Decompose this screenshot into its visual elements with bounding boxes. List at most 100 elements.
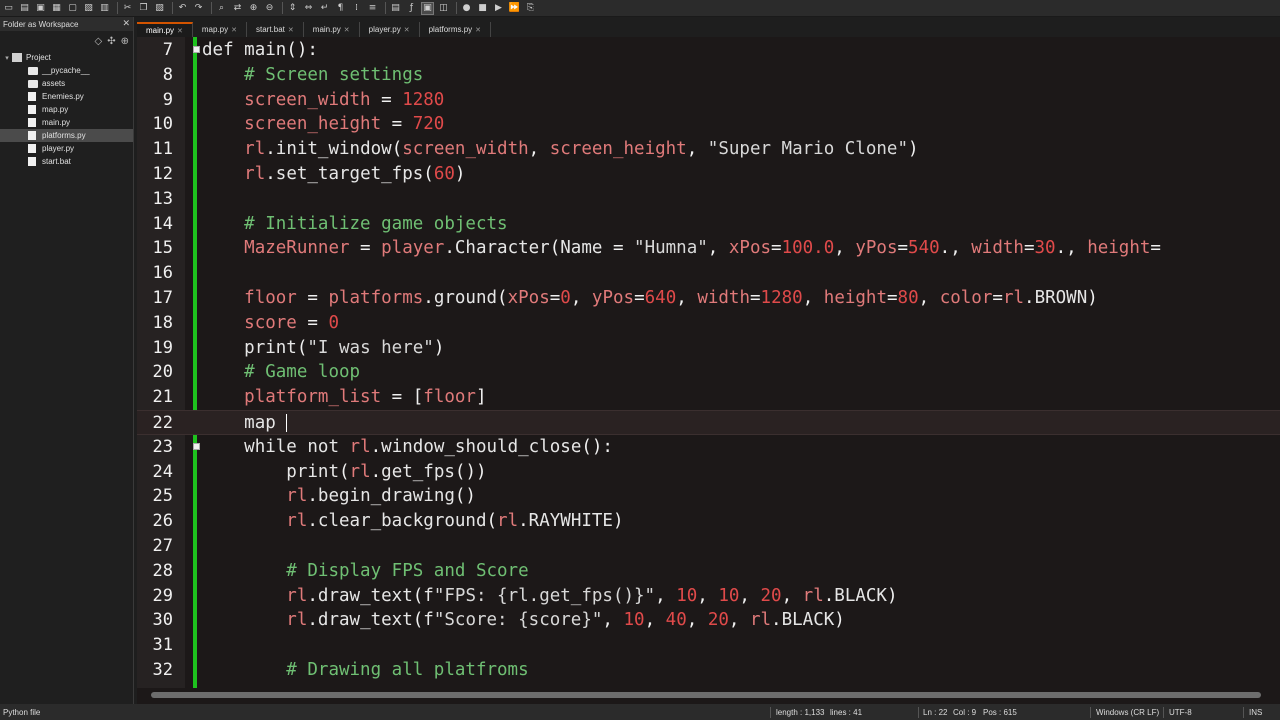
code-line[interactable]: 22 map — [137, 410, 1280, 435]
save-icon[interactable]: ▣ — [34, 2, 47, 15]
code-line[interactable]: 10 screen_height = 720 — [137, 112, 1280, 137]
code-line[interactable]: 7 def main(): — [137, 38, 1280, 63]
sync-v-icon[interactable]: ⇕ — [286, 2, 299, 15]
tab-start-bat[interactable]: start.bat ✕ — [247, 22, 304, 37]
cut-icon[interactable]: ✂ — [121, 2, 134, 15]
code-line[interactable]: 13 — [137, 187, 1280, 212]
locate-icon[interactable]: ✣ — [107, 36, 115, 47]
language-status: Python file — [3, 707, 41, 717]
paste-icon[interactable]: ▨ — [153, 2, 166, 15]
tab-close-icon[interactable]: ✕ — [344, 26, 350, 34]
function-list-icon[interactable]: ƒ — [405, 2, 418, 15]
tree-file[interactable]: start.bat — [0, 155, 133, 168]
fold-toggle-icon[interactable] — [193, 442, 200, 450]
redo-icon[interactable]: ↷ — [192, 2, 205, 15]
stop-icon[interactable]: ■ — [476, 2, 489, 15]
tree-file[interactable]: platforms.py — [0, 129, 133, 142]
new-file-icon[interactable]: ▭ — [2, 2, 15, 15]
code-line[interactable]: 28 # Display FPS and Score — [137, 559, 1280, 584]
code-text: while not rl.window_should_close(): — [244, 436, 613, 457]
tab-map-py[interactable]: map.py ✕ — [193, 22, 247, 37]
code-line[interactable]: 15 MazeRunner = player.Character(Name = … — [137, 236, 1280, 261]
monitor-icon[interactable]: ◫ — [437, 2, 450, 15]
folder-workspace-icon[interactable]: ▣ — [421, 1, 434, 15]
code-line[interactable]: 25 rl.begin_drawing() — [137, 484, 1280, 509]
code-line[interactable]: 27 — [137, 534, 1280, 559]
code-line[interactable]: 19 print("I was here") — [137, 336, 1280, 361]
code-line[interactable]: 23 while not rl.window_should_close(): — [137, 435, 1280, 460]
fold-all-icon[interactable]: ⊕ — [121, 36, 129, 47]
sync-h-icon[interactable]: ⇔ — [302, 2, 315, 15]
show-all-chars-icon[interactable]: ¶ — [334, 2, 347, 15]
tree-file[interactable]: player.py — [0, 142, 133, 155]
tree-file[interactable]: map.py — [0, 103, 133, 116]
zoom-out-icon[interactable]: ⊖ — [263, 2, 276, 15]
code-line[interactable]: 14 # Initialize game objects — [137, 212, 1280, 237]
tab-platforms-py[interactable]: platforms.py ✕ — [420, 22, 492, 37]
code-line[interactable]: 18 score = 0 — [137, 311, 1280, 336]
tree-folder[interactable]: __pycache__ — [0, 64, 133, 77]
horizontal-scrollbar[interactable] — [137, 688, 1280, 704]
lang-icon[interactable]: ≡ — [366, 2, 379, 15]
tab-main-py[interactable]: main.py ✕ — [137, 22, 193, 37]
close-icon[interactable]: ▢ — [66, 2, 79, 15]
tab-close-icon[interactable]: ✕ — [475, 26, 481, 34]
code-line[interactable]: 16 — [137, 261, 1280, 286]
tab-close-icon[interactable]: ✕ — [288, 26, 294, 34]
tree-folder[interactable]: assets — [0, 77, 133, 90]
code-line[interactable]: 12 rl.set_target_fps(60) — [137, 162, 1280, 187]
eol-status[interactable]: Windows (CR LF) — [1096, 704, 1159, 720]
code-line[interactable]: 9 screen_width = 1280 — [137, 88, 1280, 113]
tab-close-icon[interactable]: ✕ — [231, 26, 237, 34]
fold-toggle-icon[interactable] — [193, 46, 200, 53]
tab-main-py[interactable]: main.py ✕ — [304, 22, 360, 37]
code-line[interactable]: 21 platform_list = [floor] — [137, 385, 1280, 410]
close-icon[interactable]: ✕ — [122, 19, 130, 29]
indent-guide-icon[interactable]: ⁞ — [350, 2, 363, 15]
tree-item-label: main.py — [42, 118, 71, 127]
print-icon[interactable]: ▥ — [98, 2, 111, 15]
code-line[interactable]: 30 rl.draw_text(f"Score: {score}", 10, 4… — [137, 608, 1280, 633]
record-icon[interactable]: ● — [460, 2, 473, 15]
line-number: 14 — [152, 213, 173, 234]
tab-close-icon[interactable]: ✕ — [404, 26, 410, 34]
line-number: 32 — [152, 660, 173, 680]
wrap-icon[interactable]: ↵ — [318, 2, 331, 15]
code-line[interactable]: 17 floor = platforms.ground(xPos=0, yPos… — [137, 286, 1280, 311]
map-icon[interactable]: ▤ — [389, 2, 402, 15]
code-line[interactable]: 29 rl.draw_text(f"FPS: {rl.get_fps()}", … — [137, 584, 1280, 609]
play-icon[interactable]: ▶ — [492, 2, 505, 15]
code-line[interactable]: 26 rl.clear_background(rl.RAYWHITE) — [137, 509, 1280, 534]
pos-status: Pos : 615 — [983, 707, 1017, 717]
code-editor[interactable]: 7 def main(): 8 # Screen settings 9 screen_… — [137, 37, 1280, 688]
open-icon[interactable]: ▤ — [18, 2, 31, 15]
code-line[interactable]: 31 — [137, 633, 1280, 658]
close-all-icon[interactable]: ▧ — [82, 2, 95, 15]
line-number: 23 — [152, 436, 173, 457]
line-number: 9 — [162, 89, 173, 110]
play-multi-icon[interactable]: ⏩ — [508, 2, 521, 15]
code-text: score = 0 — [244, 312, 339, 333]
encoding-status[interactable]: UTF-8 — [1169, 704, 1192, 720]
undo-icon[interactable]: ↶ — [176, 2, 189, 15]
code-line[interactable]: 20 # Game loop — [137, 360, 1280, 385]
scrollbar-thumb[interactable] — [151, 692, 1261, 698]
insert-mode-status[interactable]: INS — [1249, 704, 1262, 720]
code-line[interactable]: 8 # Screen settings — [137, 63, 1280, 88]
expand-arrow-icon[interactable]: ▾ — [2, 54, 12, 62]
tab-player-py[interactable]: player.py ✕ — [360, 22, 420, 37]
find-icon[interactable]: ⌕ — [215, 2, 228, 15]
code-line[interactable]: 24 print(rl.get_fps()) — [137, 460, 1280, 485]
tree-file[interactable]: main.py — [0, 116, 133, 129]
save-macro-icon[interactable]: ⎘ — [524, 2, 537, 15]
zoom-in-icon[interactable]: ⊕ — [247, 2, 260, 15]
code-line[interactable]: 11 rl.init_window(screen_width, screen_h… — [137, 137, 1280, 162]
unfold-all-icon[interactable]: ◇ — [95, 36, 103, 47]
code-line[interactable]: 32 # Drawing all platfroms — [137, 658, 1280, 683]
tree-root-project[interactable]: ▾ Project — [0, 51, 133, 64]
save-all-icon[interactable]: ▦ — [50, 2, 63, 15]
tree-file[interactable]: Enemies.py — [0, 90, 133, 103]
copy-icon[interactable]: ❐ — [137, 2, 150, 15]
tab-close-icon[interactable]: ✕ — [177, 27, 183, 35]
replace-icon[interactable]: ⇄ — [231, 2, 244, 15]
